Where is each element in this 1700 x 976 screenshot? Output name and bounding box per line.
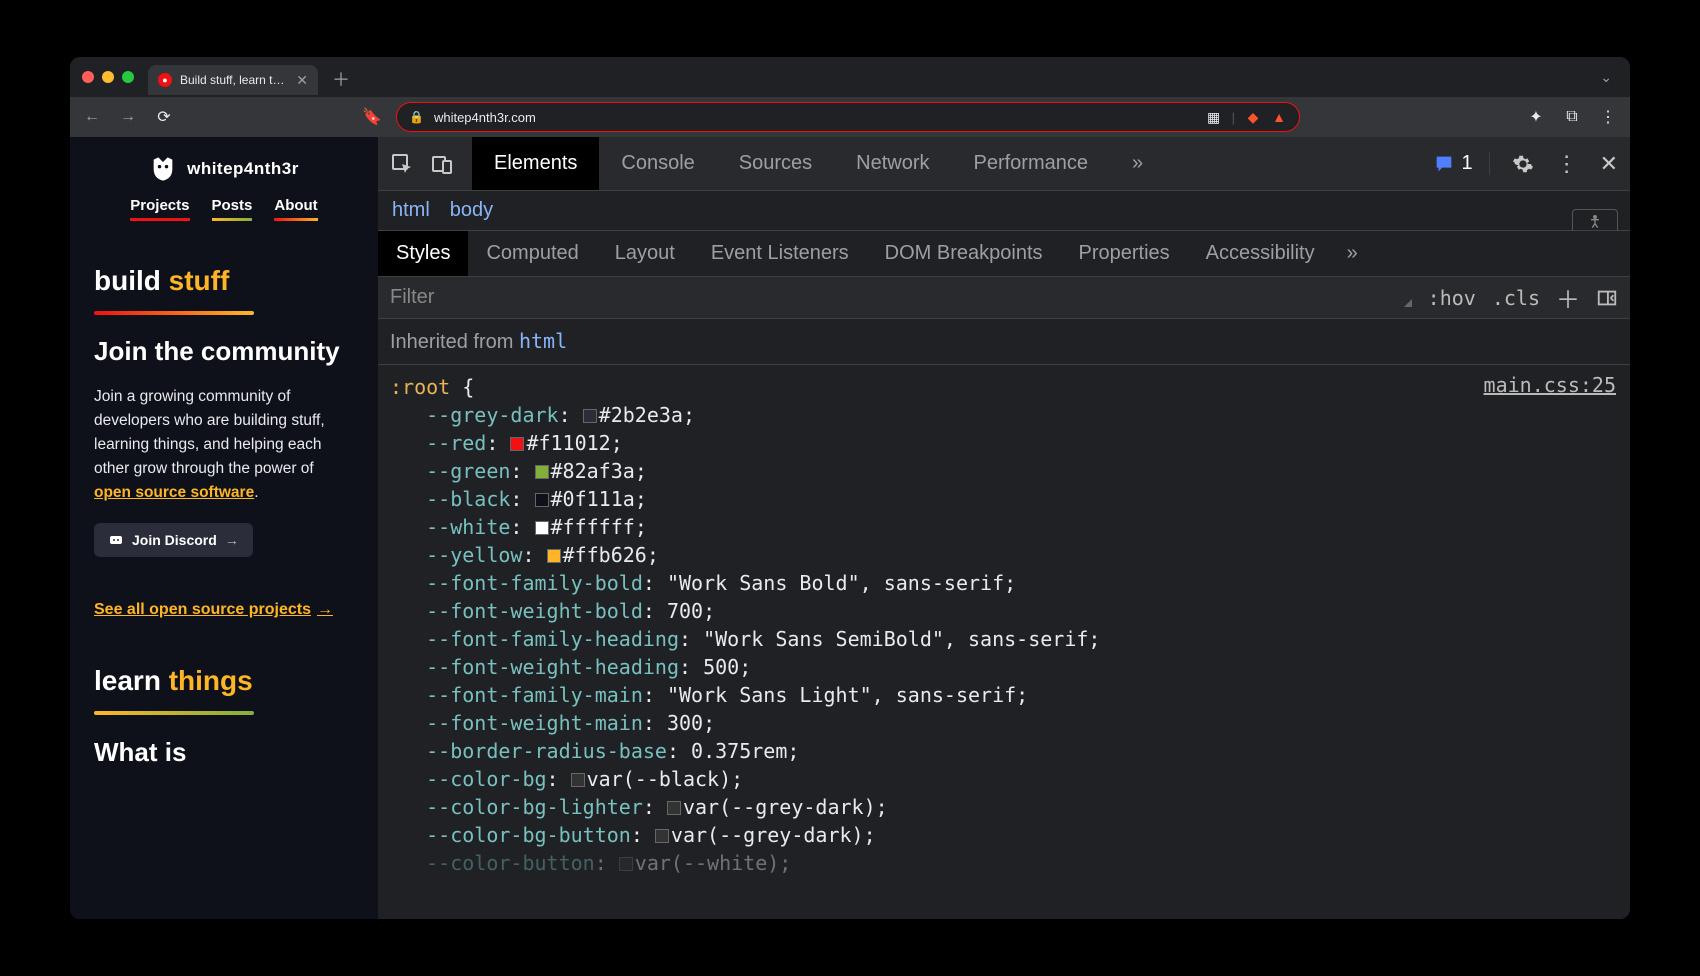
accessibility-toggle-icon[interactable] [1572, 209, 1618, 231]
menu-icon[interactable]: ⋮ [1596, 105, 1620, 129]
close-window-button[interactable] [82, 71, 94, 83]
bookmark-icon[interactable]: 🔖 [360, 105, 384, 129]
new-tab-button[interactable]: ＋ [332, 66, 350, 92]
discord-icon [108, 532, 124, 548]
qr-icon[interactable]: ▦ [1206, 109, 1222, 125]
hov-toggle[interactable]: :hov [1428, 286, 1476, 310]
tab-elements[interactable]: Elements [472, 137, 599, 190]
url-text: whitep4nth3r.com [434, 110, 1196, 125]
devtools-toolbar: Elements Console Sources Network Perform… [378, 137, 1630, 191]
lock-icon: 🔒 [409, 110, 424, 124]
close-devtools-icon[interactable]: ✕ [1600, 151, 1618, 177]
devtools-panel: Elements Console Sources Network Perform… [378, 137, 1630, 919]
more-subtabs-button[interactable]: » [1333, 242, 1372, 265]
settings-icon[interactable] [1512, 153, 1534, 175]
nav-projects[interactable]: Projects [130, 197, 189, 221]
css-rule-area[interactable]: main.css:25 :root { --grey-dark: #2b2e3a… [378, 365, 1630, 919]
see-all-projects-link[interactable]: See all open source projects→ [94, 601, 333, 619]
inspect-element-icon[interactable] [390, 152, 414, 176]
issues-count: 1 [1461, 152, 1472, 175]
address-bar[interactable]: 🔒 whitep4nth3r.com ▦ | ◆ ▲ [396, 102, 1300, 132]
favicon-icon: ● [158, 73, 172, 87]
forward-button: → [116, 105, 140, 129]
filter-input[interactable] [390, 286, 1412, 309]
window-controls [82, 71, 134, 83]
issues-icon [1433, 153, 1455, 175]
device-toolbar-icon[interactable] [430, 152, 454, 176]
browser-toolbar: ← → ⟳ 🔖 🔒 whitep4nth3r.com ▦ | ◆ ▲ ✦ ⧉ ⋮ [70, 97, 1630, 137]
join-discord-button[interactable]: Join Discord → [94, 523, 253, 557]
subtab-styles[interactable]: Styles [378, 231, 468, 276]
computed-sidebar-toggle-icon[interactable] [1596, 287, 1618, 309]
site-nav: Projects Posts About [94, 197, 354, 221]
resize-handle-icon[interactable] [1404, 299, 1412, 307]
section-build-title: build stuff [94, 265, 354, 297]
brave-rewards-icon[interactable]: ▲ [1271, 109, 1287, 125]
tab-strip: ● Build stuff, learn things and l ✕ ＋ ⌄ [70, 57, 1630, 97]
tab-performance[interactable]: Performance [952, 137, 1111, 190]
section-learn-title: learn things [94, 665, 354, 697]
arrow-right-icon: → [225, 532, 239, 548]
community-paragraph: Join a growing community of developers w… [94, 385, 354, 505]
tab-title: Build stuff, learn things and l [180, 73, 288, 87]
devtools-main-tabs: Elements Console Sources Network Perform… [472, 137, 1165, 190]
divider-icon [94, 311, 254, 315]
nav-posts[interactable]: Posts [212, 197, 253, 221]
browser-tab[interactable]: ● Build stuff, learn things and l ✕ [148, 65, 318, 95]
inherited-from-element[interactable]: html [519, 329, 567, 353]
discord-label: Join Discord [132, 532, 217, 548]
subtab-layout[interactable]: Layout [597, 231, 693, 276]
inherited-from-label: Inherited from html [378, 319, 1630, 365]
panther-logo-icon [149, 155, 177, 183]
css-rule[interactable]: :root { --grey-dark: #2b2e3a; --red: #f1… [390, 373, 1618, 877]
subtab-computed[interactable]: Computed [468, 231, 596, 276]
minimize-window-button[interactable] [102, 71, 114, 83]
nav-about[interactable]: About [274, 197, 317, 221]
maximize-window-button[interactable] [122, 71, 134, 83]
website-viewport[interactable]: whitep4nth3r Projects Posts About build … [70, 137, 378, 919]
subtab-accessibility[interactable]: Accessibility [1188, 231, 1333, 276]
pip-icon[interactable]: ⧉ [1560, 105, 1584, 129]
address-actions: ▦ | ◆ ▲ [1206, 109, 1287, 125]
tab-sources[interactable]: Sources [717, 137, 834, 190]
arrow-right-icon: → [317, 601, 333, 619]
tab-console[interactable]: Console [599, 137, 716, 190]
site-header: whitep4nth3r [94, 155, 354, 183]
tab-network[interactable]: Network [834, 137, 951, 190]
what-is-heading: What is [94, 737, 354, 768]
subtab-dom-breakpoints[interactable]: DOM Breakpoints [867, 231, 1061, 276]
brave-shield-icon[interactable]: ◆ [1245, 109, 1261, 125]
extensions-icon[interactable]: ✦ [1524, 105, 1548, 129]
subtab-event-listeners[interactable]: Event Listeners [693, 231, 867, 276]
tab-list-button[interactable]: ⌄ [1600, 69, 1612, 86]
dom-breadcrumb: html body [378, 191, 1630, 231]
new-style-rule-button[interactable]: ＋ [1556, 280, 1580, 315]
more-tabs-button[interactable]: » [1110, 137, 1165, 190]
oss-link[interactable]: open source software [94, 484, 254, 501]
divider-icon [94, 711, 254, 715]
back-button[interactable]: ← [80, 105, 104, 129]
issues-button[interactable]: 1 [1433, 152, 1489, 175]
join-community-heading: Join the community [94, 337, 354, 367]
cls-toggle[interactable]: .cls [1492, 286, 1540, 310]
styles-subtabs: Styles Computed Layout Event Listeners D… [378, 231, 1630, 277]
breadcrumb-body[interactable]: body [450, 199, 493, 222]
close-tab-icon[interactable]: ✕ [296, 72, 308, 89]
content-area: whitep4nth3r Projects Posts About build … [70, 137, 1630, 919]
browser-window: ● Build stuff, learn things and l ✕ ＋ ⌄ … [70, 57, 1630, 919]
subtab-properties[interactable]: Properties [1061, 231, 1188, 276]
reload-button[interactable]: ⟳ [152, 105, 176, 129]
source-link[interactable]: main.css:25 [1484, 373, 1616, 397]
styles-filter-row: :hov .cls ＋ [378, 277, 1630, 319]
breadcrumb-html[interactable]: html [392, 199, 430, 222]
site-title: whitep4nth3r [187, 159, 299, 179]
devtools-menu-icon[interactable]: ⋮ [1556, 151, 1578, 177]
